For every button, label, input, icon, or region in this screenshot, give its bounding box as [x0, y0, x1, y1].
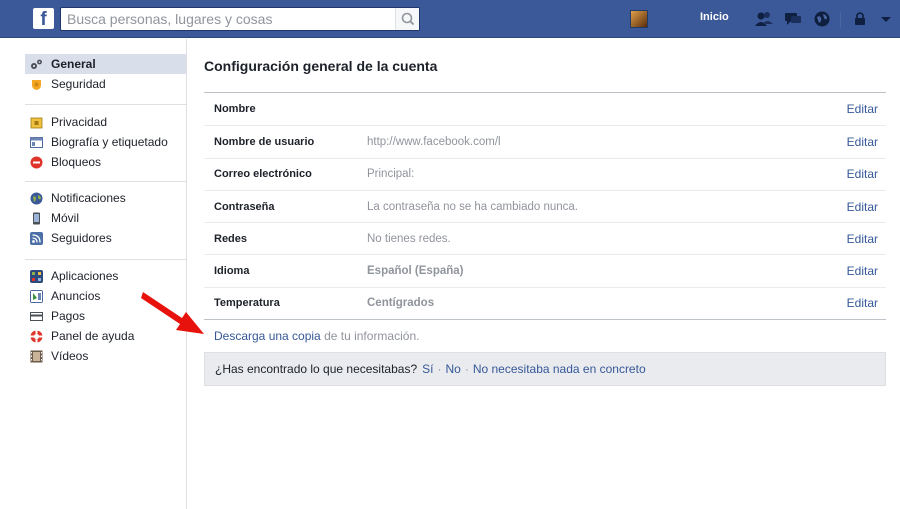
sidebar-item-label: Biografía y etiquetado — [51, 135, 168, 149]
red-annotation-arrow — [141, 292, 204, 334]
gear-icon — [31, 59, 42, 69]
settings-row-username[interactable]: Nombre de usuario http://www.facebook.co… — [204, 125, 886, 157]
feedback-no-link[interactable]: No — [445, 362, 460, 376]
film-icon — [30, 350, 43, 362]
edit-link[interactable]: Editar — [847, 102, 878, 116]
timeline-icon — [30, 136, 43, 148]
facebook-logo[interactable]: f — [33, 8, 54, 29]
page-title: Configuración general de la cuenta — [204, 58, 438, 74]
row-label: Correo electrónico — [214, 168, 312, 181]
search-icon — [401, 12, 415, 26]
settings-row-networks[interactable]: Redes No tienes redes. Editar — [204, 222, 886, 254]
profile-avatar[interactable] — [630, 10, 648, 28]
security-badge-icon — [32, 79, 41, 90]
settings-table: Nombre Editar Nombre de usuario http://w… — [204, 92, 886, 321]
sidebar-divider — [25, 259, 186, 260]
sidebar-divider — [25, 181, 186, 182]
block-icon — [30, 156, 43, 168]
messages-icon[interactable] — [783, 9, 803, 29]
sidebar-item-mobile[interactable]: Móvil — [25, 208, 186, 228]
row-label: Nombre — [214, 103, 256, 116]
edit-link[interactable]: Editar — [847, 232, 878, 246]
edit-link[interactable]: Editar — [847, 264, 878, 278]
sidebar-item-label: Panel de ayuda — [51, 329, 135, 343]
sidebar-group-notifications: Notificaciones Móvil Seguidores — [25, 188, 186, 248]
row-value: Español (España) — [367, 265, 464, 278]
home-link[interactable]: Inicio — [700, 11, 729, 23]
separator-dot: · — [464, 362, 469, 376]
sidebar-item-label: Anuncios — [51, 289, 101, 303]
settings-row-email[interactable]: Correo electrónico Principal: Editar — [204, 157, 886, 190]
row-label: Idioma — [214, 265, 250, 278]
sidebar-item-privacy[interactable]: Privacidad — [25, 112, 186, 132]
lifebuoy-icon — [30, 330, 43, 342]
row-label: Temperatura — [214, 297, 280, 310]
sidebar-divider — [25, 104, 186, 105]
edit-link[interactable]: Editar — [847, 135, 878, 149]
separator-dot: · — [437, 362, 442, 376]
rss-icon — [30, 231, 43, 245]
settings-row-name[interactable]: Nombre Editar — [204, 93, 886, 125]
topbar-divider — [840, 12, 841, 28]
feedback-nothing-link[interactable]: No necesitaba nada en concreto — [473, 362, 646, 376]
settings-row-language[interactable]: Idioma Español (España) Editar — [204, 254, 886, 286]
settings-row-password[interactable]: Contraseña La contraseña no se ha cambia… — [204, 189, 886, 222]
sidebar-item-timeline-tagging[interactable]: Biografía y etiquetado — [25, 132, 186, 152]
download-copy-text: Descarga una copia de tu información. — [214, 329, 419, 343]
sidebar-item-apps[interactable]: Aplicaciones — [25, 266, 186, 286]
card-icon — [30, 311, 43, 321]
sidebar-item-label: Pagos — [51, 309, 86, 323]
edit-link[interactable]: Editar — [847, 200, 878, 214]
sidebar-item-label: Notificaciones — [51, 191, 126, 205]
sidebar-group-privacy: Privacidad Biografía y etiquetado Bloque… — [25, 112, 186, 172]
search-button[interactable] — [395, 8, 419, 30]
ads-icon — [30, 289, 43, 303]
sidebar-item-label: Aplicaciones — [51, 269, 119, 283]
feedback-question: ¿Has encontrado lo que necesitabas? — [215, 362, 418, 376]
row-value: Principal: — [367, 168, 415, 181]
feedback-bar: ¿Has encontrado lo que necesitabas? Sí ·… — [204, 352, 886, 386]
row-value: http://www.facebook.com/l — [367, 135, 501, 148]
sidebar-item-blocking[interactable]: Bloqueos — [25, 152, 186, 172]
sidebar-item-label: Vídeos — [51, 349, 89, 363]
sidebar-item-label: General — [51, 57, 96, 71]
globe-icon — [30, 192, 43, 204]
settings-row-temperature[interactable]: Temperatura Centígrados Editar — [204, 286, 886, 319]
apps-icon — [30, 269, 43, 283]
edit-link[interactable]: Editar — [847, 167, 878, 181]
row-value: La contraseña no se ha cambiado nunca. — [367, 200, 578, 213]
sidebar-item-videos[interactable]: Vídeos — [25, 346, 186, 366]
row-label: Contraseña — [214, 200, 275, 213]
sidebar-item-label: Seguridad — [51, 77, 106, 91]
privacy-shortcuts-icon[interactable] — [852, 9, 872, 29]
sidebar-item-notifications[interactable]: Notificaciones — [25, 188, 186, 208]
edit-link[interactable]: Editar — [847, 296, 878, 310]
sidebar-item-label: Seguidores — [51, 231, 112, 245]
settings-sidebar: General Seguridad Privacidad Biografía y… — [0, 39, 187, 509]
download-copy-suffix: de tu información. — [320, 329, 420, 343]
sidebar-group-account: General Seguridad — [25, 54, 186, 94]
sidebar-item-label: Privacidad — [51, 115, 108, 129]
sidebar-item-label: Móvil — [51, 211, 80, 225]
sidebar-item-security[interactable]: Seguridad — [25, 74, 186, 94]
lock-icon — [30, 117, 43, 128]
notifications-globe-icon[interactable] — [812, 9, 832, 29]
search-input[interactable] — [61, 8, 387, 30]
download-copy-link[interactable]: Descarga una copia — [214, 329, 321, 343]
top-navigation-bar: f Inicio — [0, 0, 900, 38]
row-label: Nombre de usuario — [214, 135, 315, 148]
sidebar-item-general[interactable]: General — [25, 54, 186, 74]
row-label: Redes — [214, 232, 248, 245]
row-value: No tienes redes. — [367, 232, 451, 245]
friend-requests-icon[interactable] — [754, 9, 774, 29]
sidebar-item-label: Bloqueos — [51, 155, 102, 169]
account-menu-chevron-down-icon[interactable] — [876, 9, 896, 29]
row-value: Centígrados — [367, 297, 435, 310]
feedback-yes-link[interactable]: Sí — [422, 362, 433, 376]
search-box — [60, 7, 420, 31]
mobile-icon — [33, 212, 40, 224]
sidebar-item-followers[interactable]: Seguidores — [25, 228, 186, 248]
